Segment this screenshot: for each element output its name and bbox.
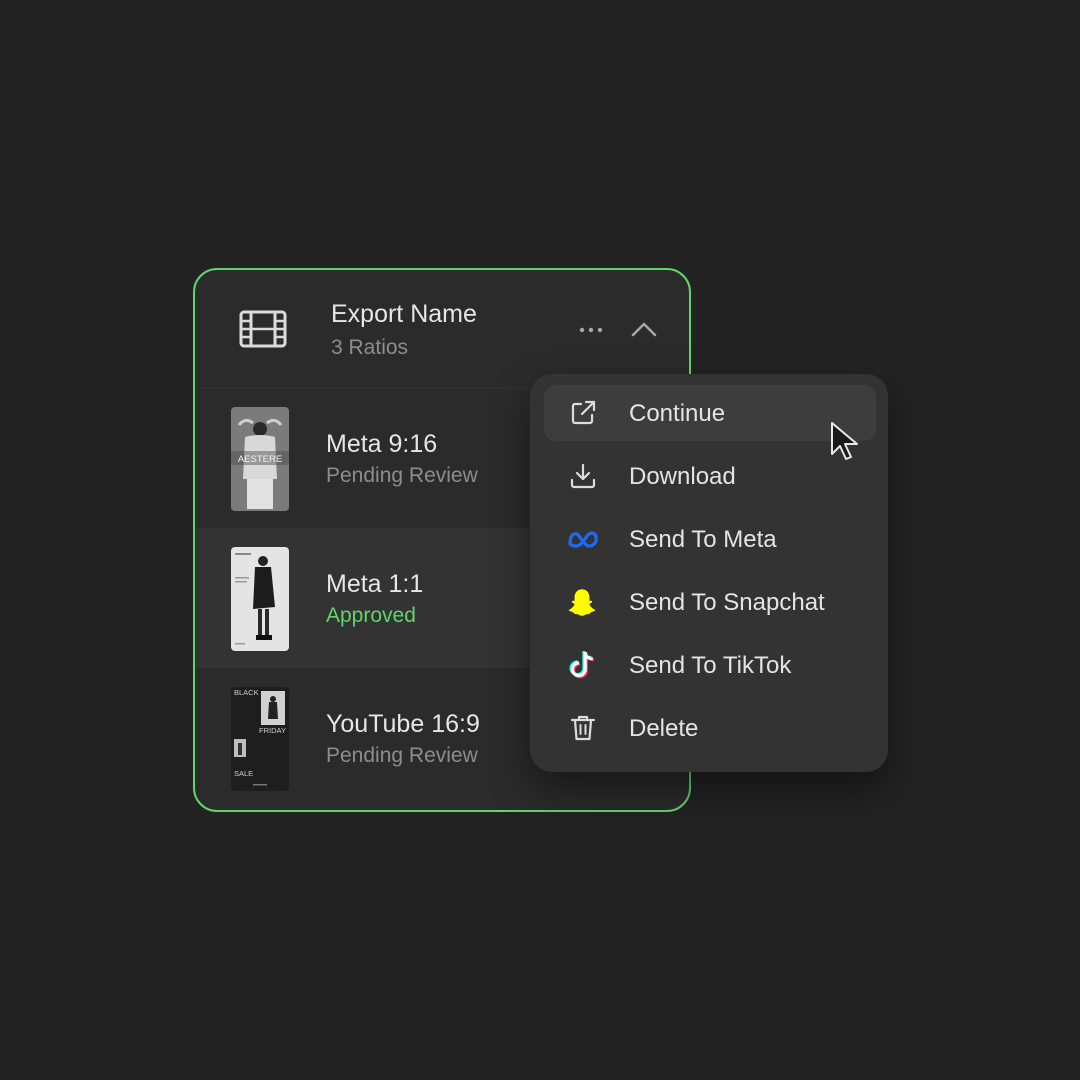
export-header[interactable]: Export Name 3 Ratios (195, 270, 689, 389)
chevron-up-icon[interactable] (629, 318, 659, 340)
thumbnail-text: FRIDAY (259, 726, 286, 735)
trash-icon (570, 715, 596, 741)
export-title: Export Name (331, 300, 477, 328)
mouse-cursor-icon (831, 422, 858, 460)
thumbnail-text: SALE (234, 769, 253, 778)
row-title: Meta 1:1 (326, 570, 424, 598)
export-subtitle: 3 Ratios (331, 336, 409, 359)
download-icon (570, 463, 596, 489)
thumbnail-image: AESTERE (231, 407, 289, 511)
thumbnail-text: BLACK (234, 688, 259, 697)
menu-item-label: Download (629, 463, 736, 490)
status-label: Pending Review (326, 464, 478, 487)
thumbnail-image (231, 547, 289, 651)
status-label: Pending Review (326, 744, 478, 767)
menu-item-delete[interactable]: Delete (544, 700, 876, 756)
row-title: Meta 9:16 (326, 430, 438, 458)
menu-item-send-to-snapchat[interactable]: Send To Snapchat (544, 574, 876, 630)
tiktok-icon (569, 650, 595, 679)
menu-item-send-to-tiktok[interactable]: Send To TikTok (544, 637, 876, 693)
menu-item-label: Send To Meta (629, 526, 777, 553)
film-icon (239, 310, 287, 348)
menu-item-label: Continue (629, 400, 726, 427)
meta-icon (568, 531, 598, 548)
external-link-icon (571, 400, 596, 425)
menu-item-send-to-meta[interactable]: Send To Meta (544, 511, 876, 567)
menu-item-continue[interactable]: Continue (544, 385, 876, 441)
menu-item-download[interactable]: Download (544, 448, 876, 504)
more-options-icon[interactable] (577, 320, 605, 340)
menu-item-label: Send To TikTok (629, 652, 792, 679)
snapchat-icon (568, 589, 596, 616)
row-title: YouTube 16:9 (326, 710, 480, 738)
thumbnail-text: AESTERE (238, 454, 282, 465)
status-label: Approved (326, 604, 416, 627)
menu-item-label: Send To Snapchat (629, 589, 825, 616)
thumbnail-image: BLACK FRIDAY SALE (231, 687, 289, 791)
menu-item-label: Delete (629, 715, 699, 742)
